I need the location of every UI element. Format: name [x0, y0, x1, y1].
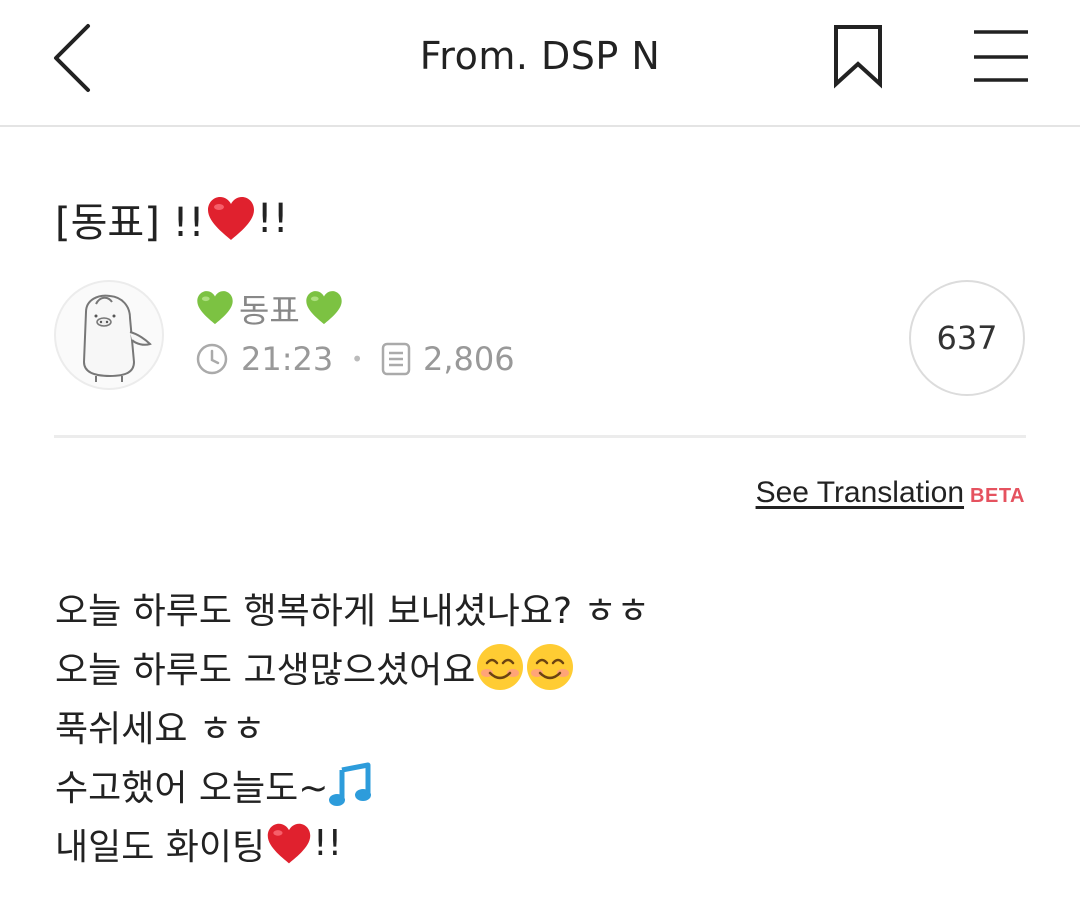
post-title-prefix: [동표] !!	[55, 200, 205, 246]
menu-button[interactable]	[966, 24, 1036, 90]
author-name-text: 동표	[239, 291, 300, 330]
red-heart-icon	[267, 823, 311, 863]
meta-separator: •	[351, 347, 364, 371]
body-line: 내일도 화이팅 !!	[55, 814, 650, 873]
post-body: 오늘 하루도 행복하게 보내셨나요? ㅎㅎ 오늘 하루도 고생많으셨어요 푹쉬세…	[55, 578, 650, 873]
music-note-icon	[329, 762, 372, 806]
chevron-left-icon	[54, 24, 90, 92]
post-title-suffix: !!	[256, 196, 289, 242]
bookmark-button[interactable]	[828, 22, 888, 92]
comment-count: 637	[936, 319, 998, 357]
view-count: 2,806	[423, 340, 515, 378]
clock-icon	[196, 343, 228, 375]
red-heart-icon	[207, 197, 254, 240]
body-line-end: !!	[313, 823, 343, 864]
comment-count-button[interactable]: 637	[909, 280, 1025, 396]
hamburger-menu-icon	[974, 30, 1028, 82]
see-translation-link[interactable]: See Translation	[756, 476, 964, 510]
post-title: [동표] !! !!	[55, 190, 289, 248]
bookmark-icon	[834, 25, 882, 89]
smiling-face-icon	[477, 643, 524, 690]
back-button[interactable]	[40, 20, 110, 96]
character-avatar-icon	[82, 294, 152, 382]
body-line: 오늘 하루도 행복하게 보내셨나요? ㅎㅎ	[55, 578, 650, 637]
body-line: 푹쉬세요 ㅎㅎ	[55, 696, 650, 755]
translation-control: See Translation BETA	[756, 476, 1025, 510]
author-avatar[interactable]	[54, 280, 164, 390]
divider	[54, 435, 1026, 438]
body-line: 수고했어 오늘도~	[55, 755, 650, 814]
smiling-face-icon	[527, 643, 574, 690]
body-line-text: 오늘 하루도 행복하게 보내셨나요? ㅎㅎ	[55, 590, 650, 632]
body-line-text: 수고했어 오늘도~	[55, 767, 329, 809]
body-line: 오늘 하루도 고생많으셨어요	[55, 637, 650, 696]
document-icon	[381, 342, 411, 376]
green-heart-icon	[306, 291, 342, 325]
body-line-text: 푹쉬세요 ㅎㅎ	[55, 708, 266, 750]
author-name[interactable]: 동표	[195, 284, 344, 332]
post-meta: 21:23 • 2,806	[195, 340, 515, 378]
body-line-text: 내일도 화이팅	[55, 826, 266, 868]
beta-badge: BETA	[970, 485, 1025, 507]
page-title: From. DSP N	[419, 34, 661, 78]
post-time: 21:23	[241, 340, 334, 378]
green-heart-icon	[197, 291, 233, 325]
body-line-text: 오늘 하루도 고생많으셨어요	[55, 649, 476, 691]
top-bar: From. DSP N	[0, 0, 1080, 127]
